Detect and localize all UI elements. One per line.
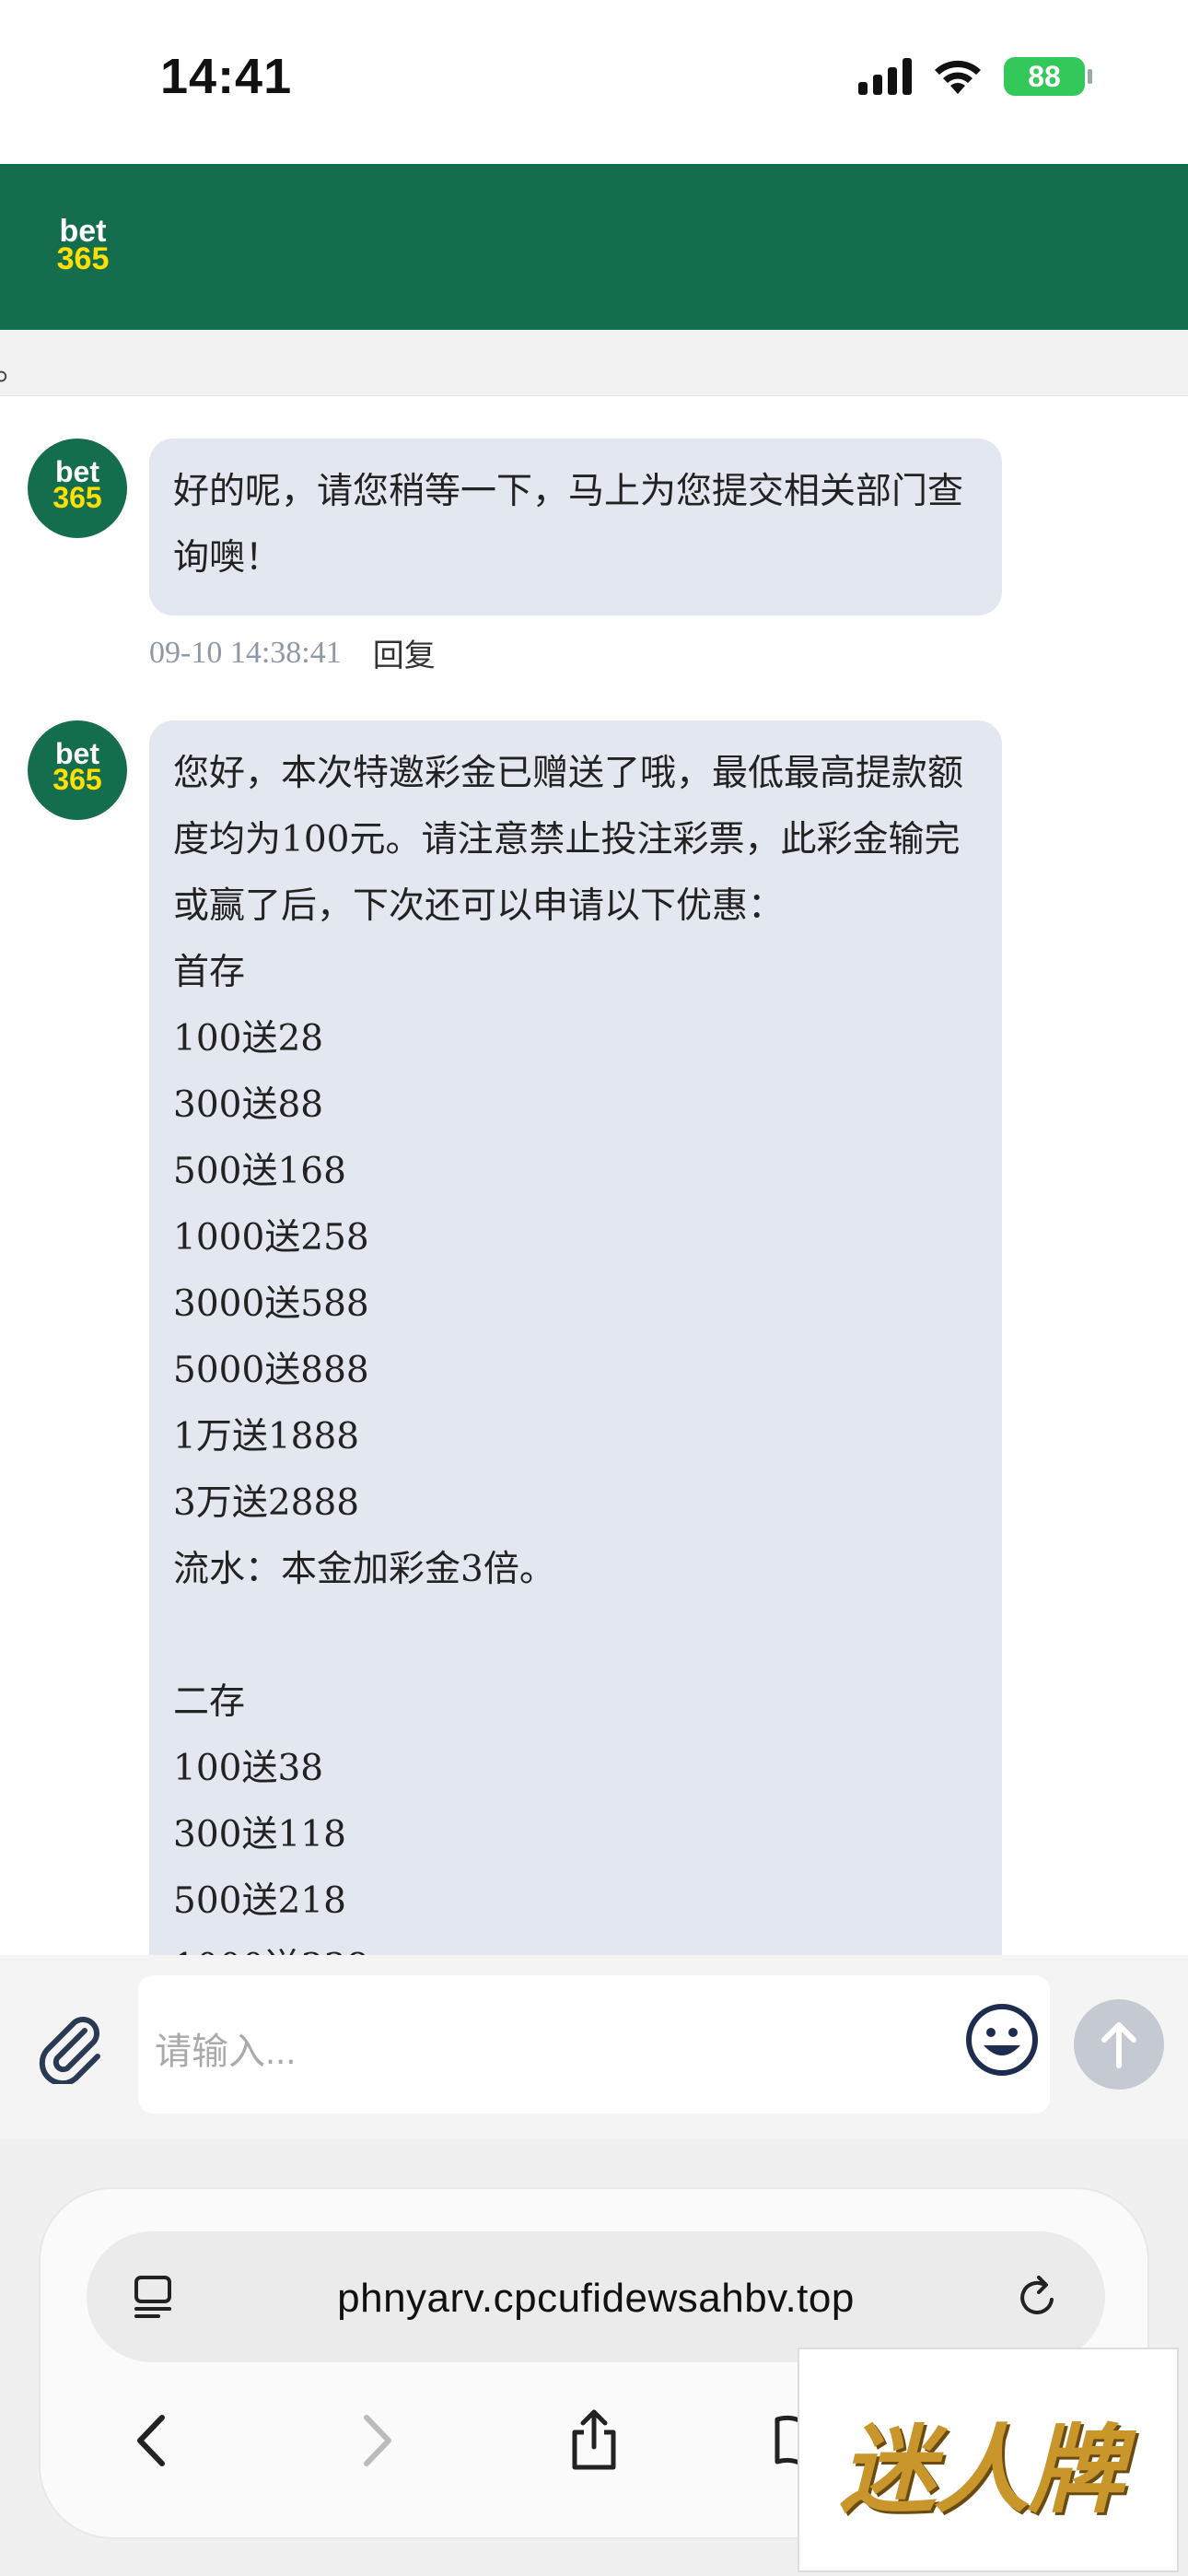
agent-avatar: bet 365	[28, 439, 127, 538]
emoji-icon[interactable]	[963, 2001, 1041, 2078]
url-text: phnyarv.cpcufidewsahbv.top	[337, 2276, 855, 2321]
message-meta: 09-10 14:38:41 回复	[149, 630, 436, 675]
send-button[interactable]	[1074, 1999, 1164, 2090]
reload-icon[interactable]	[1013, 2272, 1063, 2322]
address-bar[interactable]: phnyarv.cpcufidewsahbv.top	[87, 2231, 1105, 2362]
logo-bottom-text: 365	[56, 241, 110, 276]
message-text: 好的呢，请您稍等一下，马上为您提交相关部门查询噢！	[173, 471, 964, 579]
battery-icon: 88	[1004, 57, 1092, 96]
wifi-icon	[935, 60, 981, 94]
back-icon[interactable]	[122, 2408, 186, 2473]
reply-link[interactable]: 回复	[373, 630, 436, 675]
message-input[interactable]: 请输入...	[138, 1975, 1050, 2113]
input-placeholder: 请输入...	[155, 2032, 297, 2072]
avatar-bottom-text: 365	[52, 481, 102, 514]
status-bar: 14:41 88	[0, 0, 1188, 164]
notice-strip: 。	[0, 330, 1188, 396]
watermark: 迷人牌	[798, 2348, 1179, 2572]
message-bubble: 您好，本次特邀彩金已赠送了哦，最低最高提款额度均为100元。请注意禁止投注彩票，…	[149, 720, 1002, 1955]
input-bar: 请输入...	[0, 1955, 1188, 2139]
message-bubble: 好的呢，请您稍等一下，马上为您提交相关部门查询噢！	[149, 439, 1002, 615]
message-text: 您好，本次特邀彩金已赠送了哦，最低最高提款额度均为100元。请注意禁止投注彩票，…	[173, 753, 964, 1955]
status-time: 14:41	[160, 49, 293, 104]
battery-level: 88	[1028, 59, 1061, 93]
send-icon	[1101, 2022, 1136, 2068]
agent-avatar: bet 365	[28, 720, 127, 820]
signal-icon	[858, 58, 912, 95]
message-time: 09-10 14:38:41	[149, 635, 342, 670]
attach-icon[interactable]	[33, 2010, 107, 2084]
chat-area[interactable]: bet 365 好的呢，请您稍等一下，马上为您提交相关部门查询噢！ 09-10 …	[0, 396, 1188, 1955]
watermark-text: 迷人牌	[840, 2413, 1124, 2526]
app-header: bet 365	[0, 164, 1188, 330]
forward-icon[interactable]	[343, 2408, 407, 2473]
notice-text: 。	[0, 339, 29, 390]
status-icons: 88	[858, 57, 1092, 96]
share-icon[interactable]	[562, 2408, 626, 2473]
bet365-logo[interactable]: bet 365	[50, 216, 116, 276]
avatar-bottom-text: 365	[52, 763, 102, 796]
